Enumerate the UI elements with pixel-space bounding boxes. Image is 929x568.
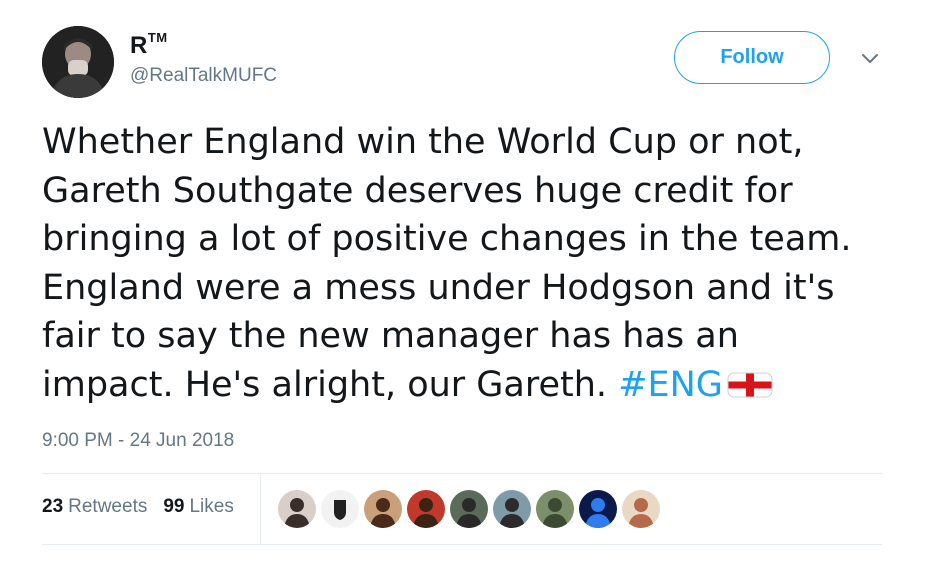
tweet-line-text: impact. He's alright, our Gareth.	[42, 364, 619, 405]
tweet-line: fair to say the new manager has has an	[42, 316, 739, 356]
liker-avatar-6[interactable]	[493, 490, 531, 528]
avatar[interactable]	[42, 26, 114, 98]
tweet-line: bringing a lot of positive changes in th…	[42, 219, 852, 259]
profile-photo-icon	[42, 26, 114, 98]
divider-top	[42, 473, 882, 474]
likes-stat[interactable]: 99 Likes	[163, 496, 234, 518]
liker-avatar-7[interactable]	[536, 490, 574, 528]
likes-label: Likes	[189, 496, 234, 517]
trademark-mark: TM	[147, 30, 168, 45]
liker-avatar-9[interactable]	[622, 490, 660, 528]
follow-button[interactable]: Follow	[674, 31, 830, 84]
liker-avatar-3[interactable]	[364, 490, 402, 528]
likes-count: 99	[163, 496, 185, 517]
liker-avatar-2[interactable]	[321, 490, 359, 528]
user-handle[interactable]: @RealTalkMUFC	[130, 65, 277, 87]
display-name[interactable]: RTM	[130, 30, 168, 60]
retweets-count: 23	[42, 496, 64, 517]
england-flag-icon	[727, 363, 773, 412]
liker-avatar-1[interactable]	[278, 490, 316, 528]
liker-avatar-8[interactable]	[579, 490, 617, 528]
liker-avatars	[278, 490, 665, 528]
tweet-line-last: impact. He's alright, our Gareth. #ENG	[42, 361, 902, 410]
stats-separator	[260, 474, 261, 544]
liker-avatar-4[interactable]	[407, 490, 445, 528]
tweet-line: Gareth Southgate deserves huge credit fo…	[42, 170, 793, 211]
liker-avatar-5[interactable]	[450, 490, 488, 528]
tweet-line: Whether England win the World Cup or not…	[42, 122, 804, 162]
chevron-down-icon[interactable]	[858, 50, 882, 66]
retweets-label: Retweets	[68, 496, 148, 517]
hashtag-link[interactable]: #ENG	[618, 365, 723, 405]
tweet-line: England were a mess under Hodgson and it…	[42, 267, 835, 308]
divider-bottom	[42, 544, 882, 545]
display-name-text: R	[130, 32, 148, 59]
tweet-stats: 23 Retweets 99 Likes	[42, 496, 250, 518]
tweet-text: Whether England win the World Cup or not…	[42, 118, 902, 409]
tweet-timestamp[interactable]: 9:00 PM - 24 Jun 2018	[42, 430, 234, 452]
retweets-stat[interactable]: 23 Retweets	[42, 496, 147, 518]
